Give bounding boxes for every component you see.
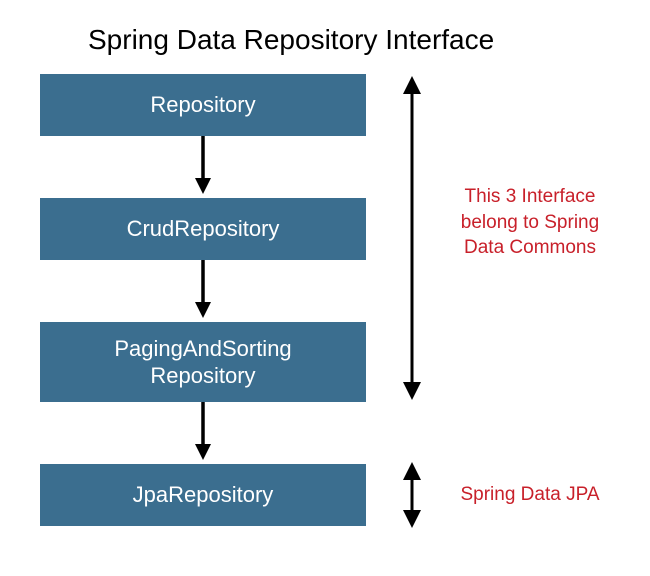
box-repository-label: Repository [150, 91, 255, 119]
double-arrow-vertical-icon [398, 462, 426, 528]
down-arrow-icon [193, 402, 213, 464]
annotation-jpa: Spring Data JPA [440, 482, 620, 508]
box-jpa-repository: JpaRepository [40, 464, 366, 526]
box-crud-label: CrudRepository [127, 215, 280, 243]
bracket-jpa [398, 462, 426, 528]
box-paging-label: PagingAndSorting Repository [114, 335, 291, 390]
arrow-paging-to-jpa [40, 402, 366, 464]
box-repository: Repository [40, 74, 366, 136]
down-arrow-icon [193, 260, 213, 322]
diagram-title: Spring Data Repository Interface [0, 0, 650, 74]
annotation-commons: This 3 Interface belong to Spring Data C… [440, 184, 620, 261]
bracket-commons [398, 74, 426, 402]
diagram-area: Repository CrudRepository PagingAndSorti… [0, 74, 650, 564]
down-arrow-icon [193, 136, 213, 198]
arrow-crud-to-paging [40, 260, 366, 322]
double-arrow-vertical-icon [398, 74, 426, 402]
box-paging-sorting-repository: PagingAndSorting Repository [40, 322, 366, 402]
box-jpa-label: JpaRepository [133, 481, 274, 509]
box-crud-repository: CrudRepository [40, 198, 366, 260]
arrow-repository-to-crud [40, 136, 366, 198]
